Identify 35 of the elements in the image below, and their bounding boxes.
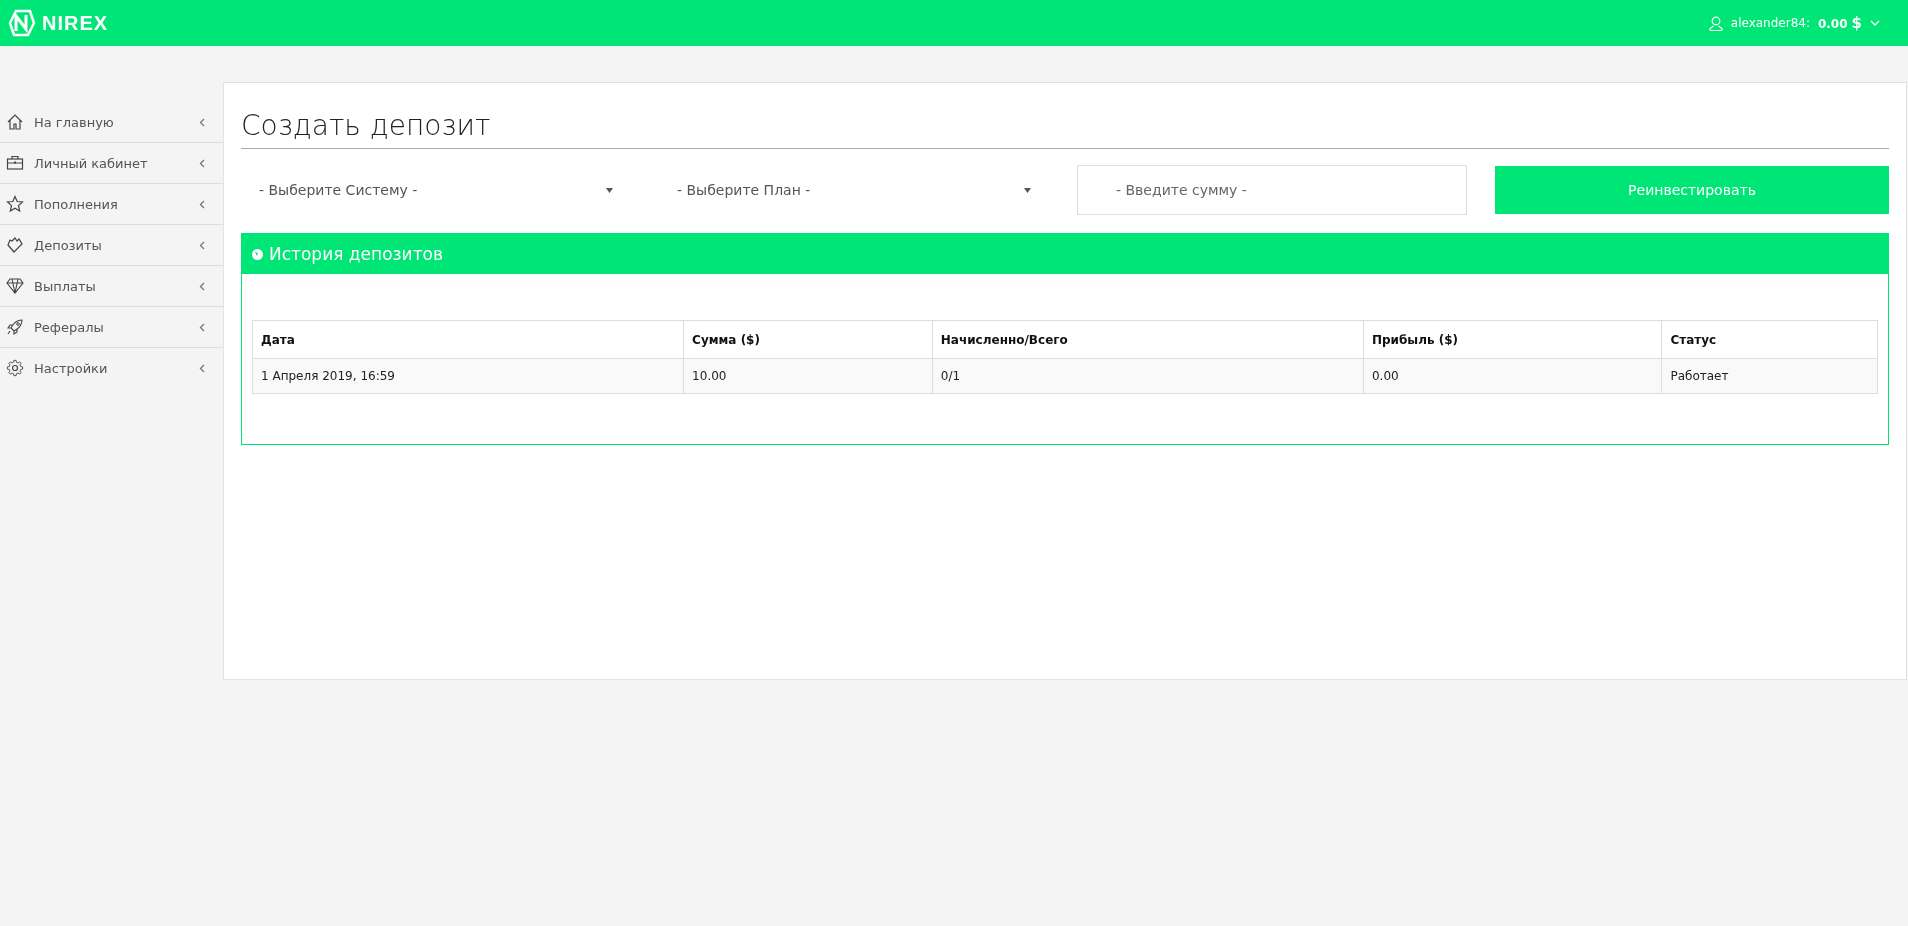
panel-title: История депозитов: [269, 244, 443, 264]
column-header: Сумма ($): [683, 320, 933, 359]
logo-icon: [8, 9, 36, 37]
table-cell: 1 Апреля 2019, 16:59: [252, 358, 684, 394]
sidebar-item[interactable]: Настройки: [0, 348, 223, 388]
user-icon: [1708, 15, 1723, 31]
column-header: Статус: [1661, 320, 1878, 359]
column-header: Начисленно/Всего: [932, 320, 1364, 359]
balance: 0.00 $: [1817, 14, 1862, 32]
system-select[interactable]: - Выберите Систему -: [241, 166, 631, 214]
page-title: Создать депозит: [241, 109, 1889, 149]
chevron-left-icon: [199, 158, 205, 168]
rocket-icon: [6, 318, 24, 336]
plan-select[interactable]: - Выберите План -: [659, 166, 1049, 214]
case-icon: [6, 154, 24, 172]
caret-icon: [1024, 187, 1031, 193]
chevron-left-icon: [199, 199, 205, 209]
caret-icon: [606, 187, 613, 193]
amount-field[interactable]: - Введите сумму -: [1077, 165, 1467, 215]
chevron-left-icon: [199, 117, 205, 127]
diamond-icon: [6, 277, 24, 295]
chevron-left-icon: [199, 322, 205, 332]
gear-icon: [6, 359, 24, 377]
star-icon: [6, 195, 24, 213]
home-icon: [6, 113, 24, 131]
column-header: Дата: [252, 320, 684, 359]
chevron-down-icon[interactable]: [1870, 20, 1880, 26]
table-cell: 0/1: [932, 358, 1364, 394]
table-cell: 10.00: [683, 358, 933, 394]
column-header: Прибыль ($): [1363, 320, 1662, 359]
table-cell: 0.00: [1363, 358, 1662, 394]
table-cell: Работает: [1661, 358, 1878, 394]
chevron-left-icon: [199, 240, 205, 250]
chevron-left-icon: [199, 281, 205, 291]
chevron-left-icon: [199, 363, 205, 373]
